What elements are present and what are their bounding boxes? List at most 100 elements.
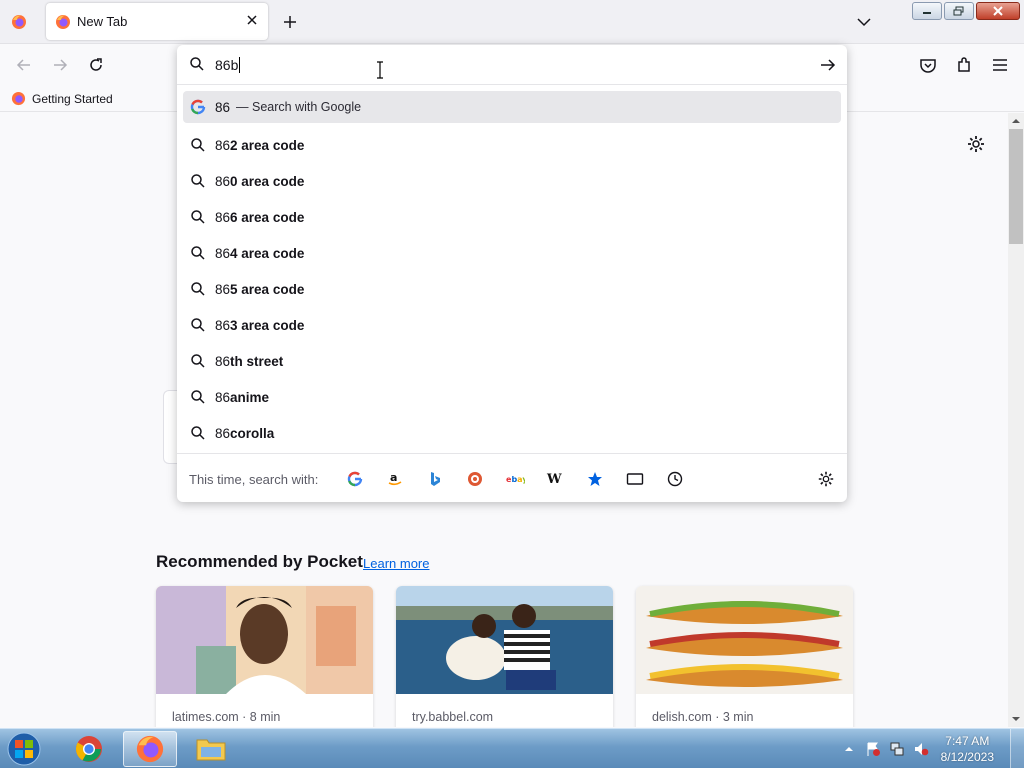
- address-input[interactable]: 86b: [215, 57, 241, 73]
- suggestion-action: — Search with Google: [236, 100, 362, 114]
- restore-button[interactable]: [944, 2, 974, 20]
- suggestion-item[interactable]: 86 0 area code: [183, 163, 841, 199]
- clock-time: 7:47 AM: [945, 734, 990, 748]
- suggestion-completion: 0 area code: [230, 173, 305, 189]
- suggestion-item[interactable]: 86 4 area code: [183, 235, 841, 271]
- suggestion-item[interactable]: 86 6 area code: [183, 199, 841, 235]
- suggestion-item[interactable]: 86 corolla: [183, 415, 841, 451]
- scrollbar-thumb[interactable]: [1009, 129, 1023, 244]
- close-tab-icon[interactable]: [244, 12, 260, 28]
- address-bar[interactable]: 86b: [177, 45, 847, 85]
- suggestion-typed: 86: [215, 281, 231, 297]
- suggestion-item[interactable]: 86 3 area code: [183, 307, 841, 343]
- show-desktop-button[interactable]: [1010, 729, 1024, 768]
- show-hidden-icons-arrow[interactable]: [841, 741, 857, 757]
- page-scrollbar[interactable]: [1008, 113, 1024, 727]
- suggestion-typed: 86: [215, 317, 231, 333]
- article-thumbnail: [396, 586, 613, 694]
- wikipedia-icon[interactable]: W: [545, 469, 565, 489]
- taskbar-explorer[interactable]: [184, 731, 238, 767]
- extensions-icon[interactable]: [954, 55, 974, 75]
- suggestion-typed: 86: [215, 245, 231, 261]
- suggestion-typed: 86: [215, 425, 231, 441]
- reload-icon[interactable]: [86, 55, 106, 75]
- one-off-label: This time, search with:: [189, 472, 319, 487]
- bookmark-label: Getting Started: [32, 91, 113, 106]
- learn-more-link[interactable]: Learn more: [363, 556, 429, 571]
- suggestion-completion: 4 area code: [230, 245, 305, 261]
- hamburger-menu-icon[interactable]: [990, 55, 1010, 75]
- card-source: delish.com · 3 min: [652, 710, 754, 724]
- scroll-down-arrow-icon[interactable]: [1011, 714, 1021, 724]
- ebay-icon[interactable]: ebay: [505, 469, 525, 489]
- network-icon[interactable]: [889, 741, 905, 757]
- volume-muted-icon[interactable]: [913, 741, 929, 757]
- firefox-icon: [56, 15, 70, 29]
- back-arrow-icon[interactable]: [14, 55, 34, 75]
- tabs-icon[interactable]: [625, 469, 645, 489]
- one-off-search-bar: This time, search with: a ebay W: [177, 453, 847, 502]
- suggestion-item[interactable]: 86 anime: [183, 379, 841, 415]
- suggestion-completion: th street: [230, 353, 284, 369]
- minimize-button[interactable]: [912, 2, 942, 20]
- suggestion-item[interactable]: 86 5 area code: [183, 271, 841, 307]
- gear-icon[interactable]: [966, 134, 986, 154]
- tab-new-tab[interactable]: New Tab: [46, 3, 268, 40]
- pocket-card[interactable]: latimes.com · 8 min: [156, 586, 373, 727]
- taskbar-chrome[interactable]: [62, 731, 116, 767]
- list-all-tabs-icon[interactable]: [854, 12, 874, 32]
- suggestion-typed: 86: [215, 137, 231, 153]
- bookmark-getting-started[interactable]: Getting Started: [11, 91, 113, 106]
- google-icon: [190, 99, 206, 115]
- bing-icon[interactable]: [425, 469, 445, 489]
- svg-text:a: a: [390, 471, 397, 484]
- suggestion-item[interactable]: 86 2 area code: [183, 127, 841, 163]
- amazon-icon[interactable]: a: [385, 469, 405, 489]
- search-settings-gear-icon[interactable]: [817, 470, 835, 488]
- windows-taskbar: 7:47 AM 8/12/2023: [0, 728, 1024, 768]
- search-icon: [191, 138, 205, 152]
- pocket-icon[interactable]: [918, 55, 938, 75]
- close-window-button[interactable]: [976, 2, 1020, 20]
- clock-date: 8/12/2023: [940, 750, 994, 764]
- forward-arrow-icon[interactable]: [50, 55, 70, 75]
- suggestion-typed: 86: [215, 173, 231, 189]
- google-icon[interactable]: [345, 469, 365, 489]
- article-thumbnail: [156, 586, 373, 694]
- system-tray: 7:47 AM 8/12/2023: [841, 729, 1024, 768]
- bookmarks-star-icon[interactable]: [585, 469, 605, 489]
- suggestion-item[interactable]: 86 — Search with Google: [183, 91, 841, 123]
- one-off-engines: a ebay W: [345, 469, 685, 489]
- taskbar-firefox[interactable]: [123, 731, 177, 767]
- folder-icon: [196, 739, 226, 761]
- suggestion-typed: 86: [215, 209, 231, 225]
- search-icon: [191, 318, 205, 332]
- pocket-card[interactable]: try.babbel.com: [396, 586, 613, 727]
- urlbar-popup: 86b 86— Search with Google 86 2 area code 8…: [177, 45, 847, 502]
- suggestion-completion: corolla: [230, 425, 275, 441]
- suggestion-list: 86— Search with Google 86 2 area code 86 0 a…: [183, 91, 841, 451]
- chrome-icon: [75, 736, 102, 762]
- action-center-flag-icon[interactable]: [865, 741, 881, 757]
- window-controls: [912, 2, 1020, 20]
- system-clock[interactable]: 7:47 AM 8/12/2023: [941, 733, 994, 765]
- new-tab-icon[interactable]: [280, 12, 300, 32]
- go-arrow-icon[interactable]: [819, 56, 837, 74]
- scroll-up-arrow-icon[interactable]: [1011, 116, 1021, 126]
- search-icon: [191, 426, 205, 440]
- duckduckgo-icon[interactable]: [465, 469, 485, 489]
- firefox-view-icon[interactable]: [11, 14, 27, 30]
- search-icon: [191, 390, 205, 404]
- minimize-icon: [923, 12, 931, 14]
- history-clock-icon[interactable]: [665, 469, 685, 489]
- pocket-section-title: Recommended by Pocket: [156, 552, 363, 571]
- suggestion-completion: 2 area code: [230, 137, 305, 153]
- restore-icon: [953, 6, 964, 16]
- suggestion-completion: anime: [230, 389, 270, 405]
- article-thumbnail: [636, 586, 853, 694]
- start-button-icon[interactable]: [4, 730, 44, 768]
- search-icon: [191, 354, 205, 368]
- pocket-card[interactable]: delish.com · 3 min: [636, 586, 853, 727]
- text-caret: [239, 57, 241, 73]
- suggestion-item[interactable]: 86th street: [183, 343, 841, 379]
